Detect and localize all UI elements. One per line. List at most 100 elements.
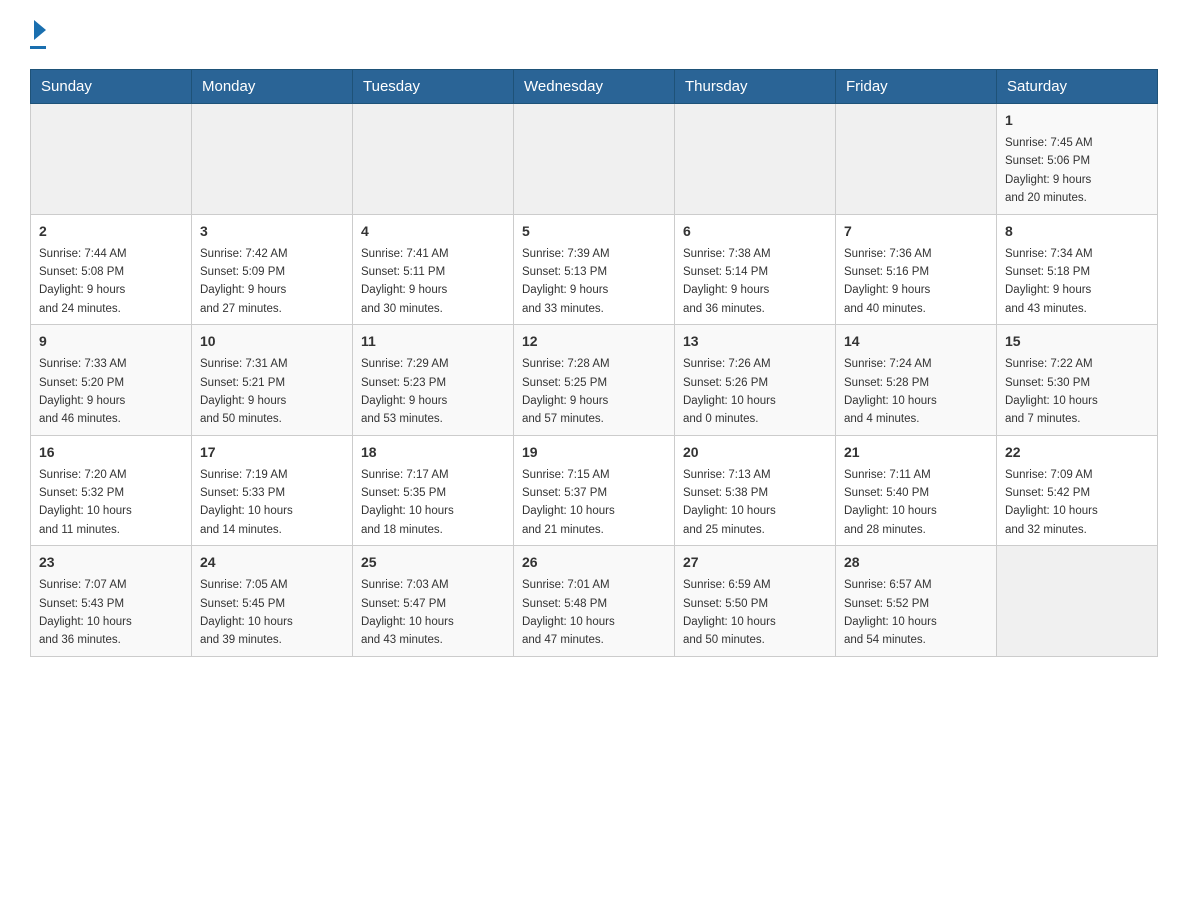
day-info: Sunrise: 7:42 AM Sunset: 5:09 PM Dayligh… [200,245,344,319]
calendar-cell: 19 Sunrise: 7:15 AM Sunset: 5:37 PM Dayli… [514,435,675,546]
calendar-cell [353,104,514,215]
day-number: 21 [844,442,988,463]
day-info: Sunrise: 7:34 AM Sunset: 5:18 PM Dayligh… [1005,245,1149,319]
day-number: 13 [683,331,827,352]
day-number: 15 [1005,331,1149,352]
header-tuesday: Tuesday [353,70,514,104]
day-number: 20 [683,442,827,463]
header-sunday: Sunday [31,70,192,104]
day-info: Sunrise: 7:41 AM Sunset: 5:11 PM Dayligh… [361,245,505,319]
calendar-cell: 24Sunrise: 7:05 AM Sunset: 5:45 PM Dayli… [192,546,353,657]
day-number: 8 [1005,221,1149,242]
day-info: Sunrise: 7:24 AM Sunset: 5:28 PM Dayligh… [844,355,988,429]
day-number: 22 [1005,442,1149,463]
day-info: Sunrise: 7:09 AM Sunset: 5:42 PM Dayligh… [1005,466,1149,540]
day-info: Sunrise: 7:17 AM Sunset: 5:35 PM Dayligh… [361,466,505,540]
day-number: 6 [683,221,827,242]
calendar-cell [836,104,997,215]
day-info: Sunrise: 7:07 AM Sunset: 5:43 PM Dayligh… [39,576,183,650]
calendar-cell: 11 Sunrise: 7:29 AM Sunset: 5:23 PM Dayli… [353,325,514,436]
calendar-cell: 28 Sunrise: 6:57 AM Sunset: 5:52 PM Dayli… [836,546,997,657]
calendar-cell: 12 Sunrise: 7:28 AM Sunset: 5:25 PM Dayli… [514,325,675,436]
day-info: Sunrise: 6:59 AM Sunset: 5:50 PM Dayligh… [683,576,827,650]
day-info: Sunrise: 7:26 AM Sunset: 5:26 PM Dayligh… [683,355,827,429]
day-number: 11 [361,331,505,352]
day-info: Sunrise: 7:31 AM Sunset: 5:21 PM Dayligh… [200,355,344,429]
calendar-cell: 22 Sunrise: 7:09 AM Sunset: 5:42 PM Dayli… [997,435,1158,546]
calendar-cell: 21 Sunrise: 7:11 AM Sunset: 5:40 PM Dayli… [836,435,997,546]
day-info: Sunrise: 7:01 AM Sunset: 5:48 PM Dayligh… [522,576,666,650]
calendar-cell [675,104,836,215]
calendar-week-row: 23 Sunrise: 7:07 AM Sunset: 5:43 PM Dayli… [31,546,1158,657]
day-number: 23 [39,552,183,573]
day-info: Sunrise: 7:36 AM Sunset: 5:16 PM Dayligh… [844,245,988,319]
day-number: 4 [361,221,505,242]
calendar-cell: 1 Sunrise: 7:45 AM Sunset: 5:06 PM Daylig… [997,104,1158,215]
day-number: 3 [200,221,344,242]
calendar-cell: 2 Sunrise: 7:44 AM Sunset: 5:08 PM Daylig… [31,214,192,325]
day-number: 9 [39,331,183,352]
day-number: 12 [522,331,666,352]
day-number: 24 [200,552,344,573]
header-friday: Friday [836,70,997,104]
calendar-cell: 15 Sunrise: 7:22 AM Sunset: 5:30 PM Dayli… [997,325,1158,436]
day-number: 2 [39,221,183,242]
header-wednesday: Wednesday [514,70,675,104]
header-saturday: Saturday [997,70,1158,104]
day-info: Sunrise: 7:39 AM Sunset: 5:13 PM Dayligh… [522,245,666,319]
day-info: Sunrise: 7:11 AM Sunset: 5:40 PM Dayligh… [844,466,988,540]
calendar-cell: 25Sunrise: 7:03 AM Sunset: 5:47 PM Dayli… [353,546,514,657]
day-info: Sunrise: 7:15 AM Sunset: 5:37 PM Dayligh… [522,466,666,540]
header-thursday: Thursday [675,70,836,104]
calendar-cell: 20Sunrise: 7:13 AM Sunset: 5:38 PM Dayli… [675,435,836,546]
calendar-cell: 26Sunrise: 7:01 AM Sunset: 5:48 PM Dayli… [514,546,675,657]
day-info: Sunrise: 7:03 AM Sunset: 5:47 PM Dayligh… [361,576,505,650]
day-info: Sunrise: 7:44 AM Sunset: 5:08 PM Dayligh… [39,245,183,319]
day-info: Sunrise: 7:28 AM Sunset: 5:25 PM Dayligh… [522,355,666,429]
day-info: Sunrise: 7:38 AM Sunset: 5:14 PM Dayligh… [683,245,827,319]
logo-underline [30,46,46,49]
day-info: Sunrise: 7:22 AM Sunset: 5:30 PM Dayligh… [1005,355,1149,429]
logo-triangle-icon [34,20,46,40]
calendar-cell: 27 Sunrise: 6:59 AM Sunset: 5:50 PM Dayli… [675,546,836,657]
calendar-header-row: Sunday Monday Tuesday Wednesday Thursday… [31,70,1158,104]
page-header [30,20,1158,49]
calendar-week-row: 2 Sunrise: 7:44 AM Sunset: 5:08 PM Daylig… [31,214,1158,325]
calendar-cell: 13 Sunrise: 7:26 AM Sunset: 5:26 PM Dayli… [675,325,836,436]
calendar-cell: 17 Sunrise: 7:19 AM Sunset: 5:33 PM Dayli… [192,435,353,546]
calendar-cell: 8 Sunrise: 7:34 AM Sunset: 5:18 PM Daylig… [997,214,1158,325]
calendar-cell: 5 Sunrise: 7:39 AM Sunset: 5:13 PM Daylig… [514,214,675,325]
calendar-cell [192,104,353,215]
calendar-cell: 10 Sunrise: 7:31 AM Sunset: 5:21 PM Dayli… [192,325,353,436]
day-info: Sunrise: 7:29 AM Sunset: 5:23 PM Dayligh… [361,355,505,429]
day-number: 18 [361,442,505,463]
calendar-table: Sunday Monday Tuesday Wednesday Thursday… [30,69,1158,657]
calendar-cell: 23 Sunrise: 7:07 AM Sunset: 5:43 PM Dayli… [31,546,192,657]
calendar-week-row: 1 Sunrise: 7:45 AM Sunset: 5:06 PM Daylig… [31,104,1158,215]
calendar-cell: 9 Sunrise: 7:33 AM Sunset: 5:20 PM Daylig… [31,325,192,436]
day-number: 1 [1005,110,1149,131]
day-info: Sunrise: 7:20 AM Sunset: 5:32 PM Dayligh… [39,466,183,540]
calendar-cell: 18 Sunrise: 7:17 AM Sunset: 5:35 PM Dayli… [353,435,514,546]
day-number: 27 [683,552,827,573]
day-number: 19 [522,442,666,463]
logo [30,20,46,49]
calendar-cell: 14 Sunrise: 7:24 AM Sunset: 5:28 PM Dayli… [836,325,997,436]
day-number: 28 [844,552,988,573]
calendar-cell [997,546,1158,657]
day-info: Sunrise: 6:57 AM Sunset: 5:52 PM Dayligh… [844,576,988,650]
calendar-cell: 6 Sunrise: 7:38 AM Sunset: 5:14 PM Daylig… [675,214,836,325]
calendar-cell [514,104,675,215]
calendar-cell [31,104,192,215]
day-info: Sunrise: 7:33 AM Sunset: 5:20 PM Dayligh… [39,355,183,429]
day-info: Sunrise: 7:19 AM Sunset: 5:33 PM Dayligh… [200,466,344,540]
day-info: Sunrise: 7:45 AM Sunset: 5:06 PM Dayligh… [1005,134,1149,208]
day-number: 17 [200,442,344,463]
day-number: 7 [844,221,988,242]
day-number: 10 [200,331,344,352]
day-number: 14 [844,331,988,352]
day-number: 16 [39,442,183,463]
calendar-cell: 4 Sunrise: 7:41 AM Sunset: 5:11 PM Daylig… [353,214,514,325]
calendar-cell: 7 Sunrise: 7:36 AM Sunset: 5:16 PM Daylig… [836,214,997,325]
day-number: 5 [522,221,666,242]
